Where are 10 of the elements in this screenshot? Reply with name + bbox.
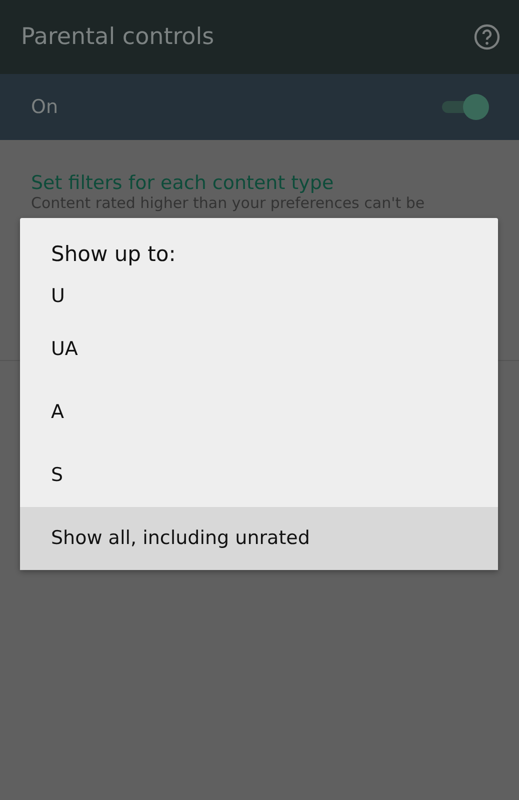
section-title: Set filters for each content type [31,172,335,194]
screen-title: Parental controls [21,24,214,50]
rating-option[interactable]: UA [20,318,498,381]
rating-option[interactable]: Show all, including unrated [20,507,498,570]
help-icon[interactable] [473,23,501,51]
rating-option[interactable]: U [20,274,498,318]
rating-option[interactable]: S [20,444,498,507]
dialog-title: Show up to: [50,241,177,268]
rating-option[interactable]: A [20,381,498,444]
switch-label: On [31,96,58,118]
